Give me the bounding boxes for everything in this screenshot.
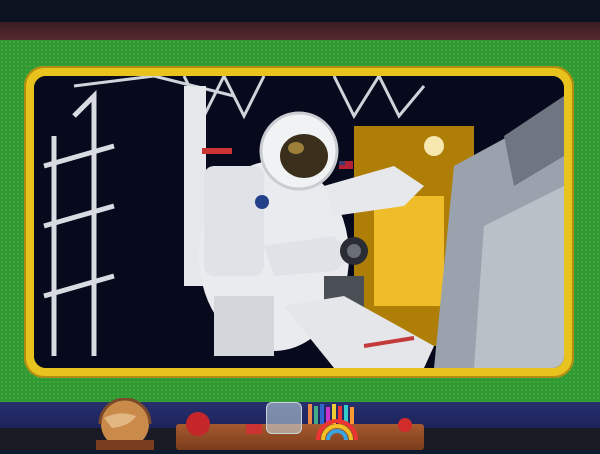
ceiling-red-strip [0,22,600,40]
rainbow-icon [314,418,360,441]
book-icon [246,424,262,434]
spacewalk-illustration [34,76,564,368]
spacewalk-photo [34,76,564,368]
ceiling-band [0,0,600,22]
jar-icon [266,402,302,434]
apple-icon [398,418,412,432]
globe-icon [90,397,160,450]
apple-icon [186,412,210,436]
